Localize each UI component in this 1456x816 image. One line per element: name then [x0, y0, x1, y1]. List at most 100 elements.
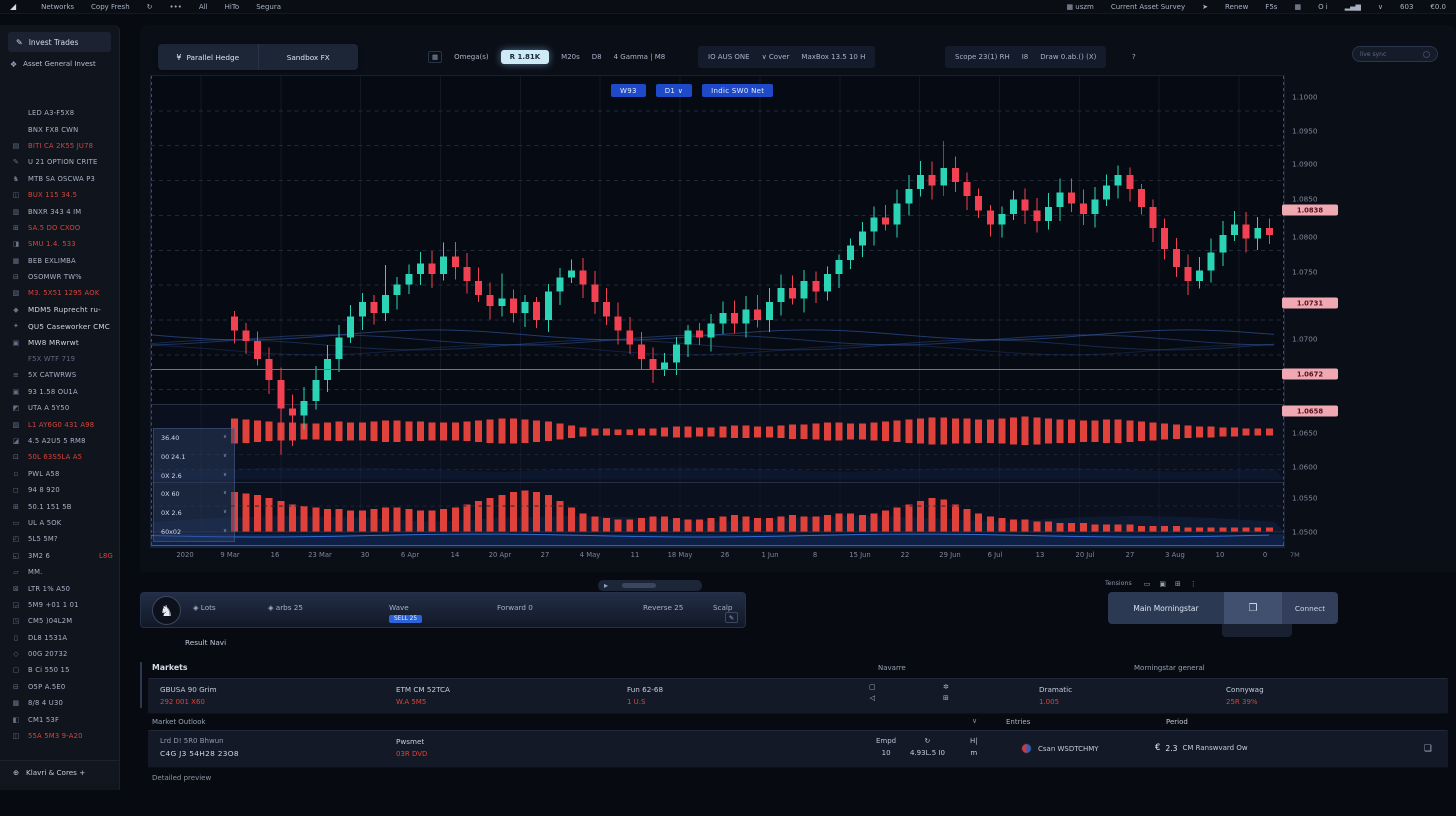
- column-header-morningstar[interactable]: Morningstar general: [1134, 664, 1205, 672]
- sell-badge[interactable]: SELL 25: [389, 615, 422, 623]
- toolbar-button-3-0[interactable]: ?: [1132, 53, 1136, 61]
- watchlist-item[interactable]: ≡5X CATWRWS: [0, 367, 119, 383]
- trade-field-0[interactable]: ◈ Lots: [193, 603, 216, 612]
- menu-item-6[interactable]: Segura: [256, 3, 281, 11]
- watchlist-item[interactable]: ⊠LTR 1% A50: [0, 580, 119, 596]
- status-item-10[interactable]: €0.0: [1430, 3, 1446, 11]
- time-axis[interactable]: 20209 Mar1623 Mar306 Apr1420 Apr274 May1…: [150, 551, 1285, 563]
- watchlist-item[interactable]: ▱MM.: [0, 564, 119, 580]
- chart-badge-2[interactable]: Indic SW0 Net: [702, 84, 773, 97]
- toolbar-button-1-2[interactable]: MaxBox 13.5 10 H: [801, 53, 865, 61]
- watchlist-item[interactable]: ✎U 21 OPTION CRITE: [0, 154, 119, 170]
- watchlist-item[interactable]: ◳CM5 )04L2M: [0, 613, 119, 629]
- watchlist-item[interactable]: ⊟OSOMWR TW%: [0, 269, 119, 285]
- menu-item-1[interactable]: Copy Fresh: [91, 3, 130, 11]
- watchlist-item[interactable]: ▤BITI CA 2K55 JU78: [0, 138, 119, 154]
- printer-icon[interactable]: ❏: [1424, 744, 1432, 754]
- watchlist-item[interactable]: ▫PWL A58: [0, 466, 119, 482]
- account-flag-item[interactable]: Csan WSDTCHMY: [1021, 743, 1099, 754]
- watchlist-item[interactable]: ◨SMU 1.4. 533: [0, 236, 119, 252]
- chart-scrollbar[interactable]: ▸: [598, 580, 702, 591]
- watchlist-item[interactable]: BNX FX8 CWN: [0, 121, 119, 137]
- toolbar-button-1-0[interactable]: IO AUS ONE: [708, 53, 750, 61]
- toolbar-button-2-2[interactable]: Draw 0.ab.() (X): [1040, 53, 1096, 61]
- market-outlook-label[interactable]: Market Outlook: [152, 718, 206, 726]
- watchlist-item[interactable]: ◪4.5 A2U5 5 RM8: [0, 433, 119, 449]
- watchlist-item[interactable]: ▣93 1.58 OU1A: [0, 384, 119, 400]
- top-right-pill[interactable]: live sync: [1352, 46, 1438, 62]
- watchlist-item[interactable]: ▢B Ci 550 15: [0, 662, 119, 678]
- sidebar-subtitle-item[interactable]: ❖ Asset General Invest: [0, 55, 119, 73]
- status-item-4[interactable]: F5s: [1265, 3, 1277, 11]
- candlestick-canvas[interactable]: [151, 76, 1284, 547]
- status-item-3[interactable]: Renew: [1225, 3, 1248, 11]
- sidebar-footer-button[interactable]: ⊕ Klavri & Cores +: [0, 760, 119, 784]
- watchlist-item[interactable]: ▭UL A 5OK: [0, 515, 119, 531]
- star-icon[interactable]: ✲: [943, 684, 949, 691]
- mini-tool-icon-0[interactable]: ▭: [1144, 580, 1151, 588]
- watchlist-item[interactable]: ▣MW8 MRwrwt: [0, 334, 119, 350]
- panel-scrollbar[interactable]: [140, 662, 142, 708]
- watchlist-item[interactable]: ◩UTA A 5Y50: [0, 400, 119, 416]
- collapse-icon[interactable]: ∨: [972, 717, 977, 725]
- watchlist-item[interactable]: ▩8/8 4 U30: [0, 695, 119, 711]
- watchlist-item[interactable]: ♞MTB SA OSCWA P3: [0, 171, 119, 187]
- watchlist-item[interactable]: ◰5L5 5M?: [0, 531, 119, 547]
- app-logo-icon[interactable]: ◢: [10, 2, 16, 11]
- watchlist-item[interactable]: ⊡50L 63S5LA A5: [0, 449, 119, 465]
- market-row-1[interactable]: GBUSA 90 Grim 292 001 X60 ETM CM 52TCA W…: [148, 678, 1448, 714]
- status-item-2[interactable]: ➤: [1202, 3, 1208, 11]
- edit-order-button[interactable]: ✎: [725, 612, 738, 623]
- window-copy-button[interactable]: ❐: [1224, 592, 1282, 624]
- details-footer-label[interactable]: Detailed preview: [152, 774, 211, 782]
- refresh-icon[interactable]: ↻: [910, 738, 945, 745]
- watchlist-item[interactable]: LED A3-F5X8: [0, 105, 119, 121]
- watchlist-item[interactable]: ▧M3. 5X51 1295 AOK: [0, 285, 119, 301]
- column-header-navarre[interactable]: Navarre: [878, 664, 906, 672]
- trade-field-1[interactable]: ◈ arbs 25: [268, 603, 303, 612]
- scroll-handle[interactable]: [622, 583, 656, 588]
- toolbar-button-0-4[interactable]: D8: [592, 53, 602, 61]
- speaker-icon[interactable]: ◁: [869, 695, 876, 702]
- mini-tool-icon-2[interactable]: ⊞: [1175, 580, 1181, 588]
- watchlist-item[interactable]: ⊞50.1 151 5B: [0, 498, 119, 514]
- watchlist-item[interactable]: ◫BUX 115 34.5: [0, 187, 119, 203]
- menu-item-3[interactable]: •••: [170, 3, 182, 11]
- status-item-0[interactable]: ▦ uszm: [1066, 3, 1093, 11]
- watchlist-item[interactable]: ◧CM1 53F: [0, 711, 119, 727]
- watchlist-item[interactable]: ▨L1 AY6G0 431 A98: [0, 416, 119, 432]
- menu-item-5[interactable]: HiTo: [225, 3, 240, 11]
- grid-small-icon[interactable]: ⊞: [943, 695, 949, 702]
- price-axis[interactable]: 1.10001.09501.09001.08501.08381.08001.07…: [1288, 75, 1352, 548]
- watchlist-item[interactable]: ◻94 8 920: [0, 482, 119, 498]
- watchlist-item[interactable]: ▦BEB EXLIMBA: [0, 253, 119, 269]
- trade-field-3[interactable]: Forward 0: [497, 603, 533, 612]
- watchlist-item[interactable]: ◫55A 5M3 9-A20: [0, 728, 119, 744]
- trade-field-2[interactable]: WaveSELL 25: [389, 603, 409, 612]
- sidebar-title-button[interactable]: ✎ Invest Trades: [8, 32, 111, 52]
- trade-field-4[interactable]: Reverse 25: [643, 603, 683, 612]
- toolbar-button-0-2[interactable]: R 1.81K: [501, 50, 550, 64]
- watchlist-item[interactable]: ▥BNXR 343 4 IM: [0, 203, 119, 219]
- chart-tab-0[interactable]: ¥Parallel Hedge: [158, 44, 259, 70]
- trade-field-5[interactable]: Scalp: [713, 603, 732, 612]
- status-item-1[interactable]: Current Asset Survey: [1111, 3, 1185, 11]
- watchlist-item[interactable]: ◱3M2 6L8G: [0, 548, 119, 564]
- watchlist-item[interactable]: F5X WTF 719: [0, 351, 119, 367]
- menu-item-4[interactable]: All: [199, 3, 208, 11]
- status-item-8[interactable]: ∨: [1378, 3, 1383, 11]
- watchlist-item[interactable]: ▯DL8 1531A: [0, 630, 119, 646]
- menu-item-0[interactable]: Networks: [41, 3, 74, 11]
- price-chart[interactable]: W93D1 ∨Indic SW0 Net 36.40∨00 24.1∨0X 2.…: [150, 75, 1285, 548]
- toolbar-button-0-1[interactable]: Omega(s): [454, 53, 488, 61]
- menu-item-2[interactable]: ↻: [147, 3, 153, 11]
- chart-badge-1[interactable]: D1 ∨: [656, 84, 692, 97]
- watchlist-item[interactable]: ◇00G 20732: [0, 646, 119, 662]
- market-row-2[interactable]: Lrd D! 5R0 Bhwun C4G J3 54H28 23O8 Pwsme…: [148, 730, 1448, 768]
- toolbar-button-0-5[interactable]: 4 Gamma | M8: [614, 53, 666, 61]
- toolbar-button-2-1[interactable]: I8: [1022, 53, 1029, 61]
- status-item-7[interactable]: ▂▄▆: [1345, 3, 1361, 11]
- watchlist-item[interactable]: ⊞SA.5 DO CXOO: [0, 220, 119, 236]
- watchlist-item[interactable]: ◆MDM5 Ruprecht ru-: [0, 302, 119, 318]
- toolbar-button-0-0[interactable]: ▦: [428, 51, 442, 63]
